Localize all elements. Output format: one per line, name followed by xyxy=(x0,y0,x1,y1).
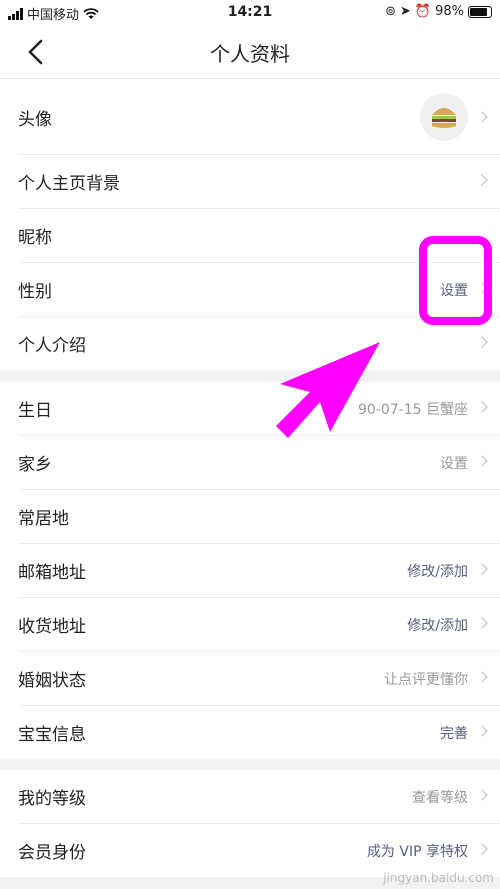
burger-avatar-icon xyxy=(432,108,456,128)
row-value: 完善 xyxy=(440,726,468,742)
row-label: 生日 xyxy=(18,401,52,421)
row-label: 个人介绍 xyxy=(18,336,86,356)
row-baby-info[interactable]: 宝宝信息 完善 xyxy=(18,706,500,759)
highlight-box xyxy=(419,236,492,325)
row-label: 昵称 xyxy=(18,228,52,248)
row-shipping-address[interactable]: 收货地址 修改/添加 xyxy=(18,598,500,652)
chevron-right-icon xyxy=(476,563,488,575)
chevron-right-icon xyxy=(476,174,488,186)
row-label: 我的等级 xyxy=(18,789,86,809)
row-label: 收货地址 xyxy=(18,617,86,637)
battery-icon xyxy=(468,5,492,18)
row-label: 婚姻状态 xyxy=(18,671,86,691)
chevron-right-icon xyxy=(476,671,488,683)
pointer-arrow-icon xyxy=(276,342,380,438)
row-introduction[interactable]: 个人介绍 xyxy=(18,317,500,370)
watermark: jingyan.baidu.com xyxy=(383,871,494,885)
row-label: 会员身份 xyxy=(18,843,86,863)
row-birthday[interactable]: 生日 90-07-15 巨蟹座 xyxy=(18,382,500,436)
row-residence[interactable]: 常居地 xyxy=(18,490,500,544)
chevron-right-icon xyxy=(476,789,488,801)
chevron-right-icon xyxy=(476,725,488,737)
nav-bar: 个人资料 xyxy=(0,26,500,79)
row-label: 家乡 xyxy=(18,455,52,475)
chevron-right-icon xyxy=(476,843,488,855)
row-avatar[interactable]: 头像 xyxy=(18,79,500,155)
location-icon: ➤ xyxy=(400,4,411,19)
row-my-level[interactable]: 我的等级 查看等级 xyxy=(18,770,500,824)
chevron-right-icon xyxy=(476,617,488,629)
chevron-right-icon xyxy=(476,401,488,413)
row-label: 性别 xyxy=(18,282,52,302)
row-marital-status[interactable]: 婚姻状态 让点评更懂你 xyxy=(18,652,500,706)
alarm-icon: ⏰ xyxy=(414,4,432,19)
page-title: 个人资料 xyxy=(210,42,290,66)
row-email[interactable]: 邮箱地址 修改/添加 xyxy=(18,544,500,598)
profile-basic-section: 头像 个人主页背景 昵称 性别 设置 个人介绍 xyxy=(0,79,500,370)
status-right: ⊚ ➤ ⏰ 98% xyxy=(385,4,492,19)
row-value: 修改/添加 xyxy=(407,564,468,580)
row-label: 常居地 xyxy=(18,509,69,529)
row-value: 让点评更懂你 xyxy=(384,672,468,688)
profile-detail-section: 生日 90-07-15 巨蟹座 家乡 设置 常居地 邮箱地址 修改/添加 收货地… xyxy=(0,382,500,759)
row-membership[interactable]: 会员身份 成为 VIP 享特权 xyxy=(18,824,500,877)
row-label: 头像 xyxy=(18,110,52,130)
chevron-right-icon xyxy=(476,336,488,348)
row-label: 宝宝信息 xyxy=(18,725,86,745)
chevron-right-icon xyxy=(476,455,488,467)
row-profile-background[interactable]: 个人主页背景 xyxy=(18,155,500,209)
battery-percent: 98% xyxy=(435,4,464,19)
membership-section: 我的等级 查看等级 会员身份 成为 VIP 享特权 xyxy=(0,770,500,877)
row-value: 修改/添加 xyxy=(407,618,468,634)
status-bar: 中国移动 14:21 ⊚ ➤ ⏰ 98% xyxy=(0,0,500,26)
row-value: 设置 xyxy=(440,456,468,472)
row-hometown[interactable]: 家乡 设置 xyxy=(18,436,500,490)
row-value: 成为 VIP 享特权 xyxy=(366,844,468,860)
avatar[interactable] xyxy=(420,93,468,141)
row-label: 个人主页背景 xyxy=(18,174,120,194)
row-value: 查看等级 xyxy=(412,790,468,806)
row-label: 邮箱地址 xyxy=(18,563,86,583)
chevron-right-icon xyxy=(476,111,488,123)
orientation-lock-icon: ⊚ xyxy=(385,4,396,19)
